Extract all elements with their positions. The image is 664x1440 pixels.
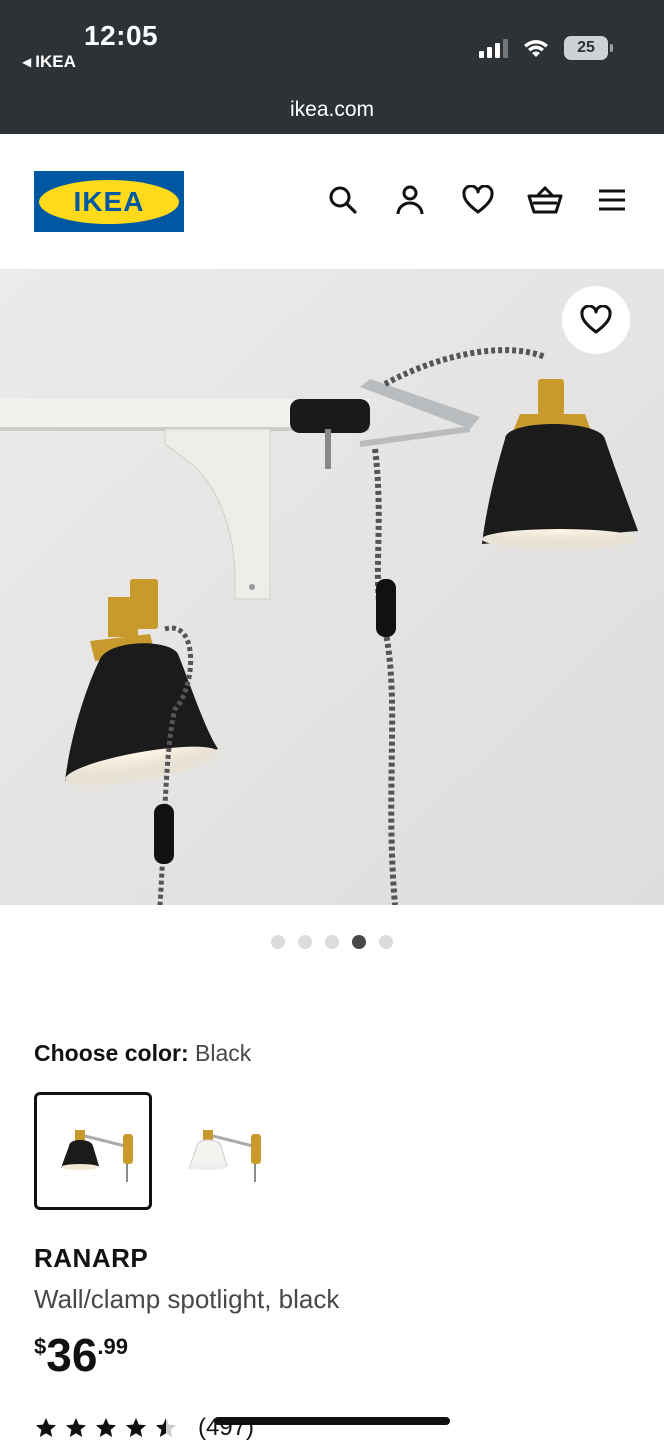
price-integer: 36 — [46, 1329, 98, 1381]
product-price: $ 36 .99 — [34, 1328, 128, 1382]
account-icon[interactable] — [392, 182, 428, 218]
system-icons: 25 — [479, 36, 613, 60]
cart-icon[interactable] — [527, 182, 563, 218]
back-to-app-link[interactable]: ◀ IKEA — [22, 52, 76, 72]
product-name[interactable]: RANARP — [34, 1243, 148, 1274]
home-indicator[interactable] — [214, 1417, 450, 1425]
site-header: IKEA — [0, 134, 664, 269]
carousel-dot[interactable] — [271, 935, 285, 949]
product-description: Wall/clamp spotlight, black — [34, 1284, 340, 1314]
status-time: 12:05 — [84, 20, 159, 51]
star-icon — [126, 1418, 146, 1437]
carousel-dot[interactable] — [352, 935, 366, 949]
search-icon[interactable] — [325, 182, 361, 218]
color-swatch-white[interactable] — [162, 1092, 280, 1210]
white-lamp-thumbnail — [188, 1130, 261, 1182]
back-app-label: IKEA — [35, 52, 76, 71]
star-icon — [96, 1418, 116, 1437]
price-decimal: .99 — [97, 1334, 129, 1359]
product-photo — [0, 269, 664, 905]
color-chooser-label: Choose color: Black — [34, 1040, 251, 1067]
price-currency: $ — [34, 1334, 47, 1359]
wifi-icon — [524, 40, 548, 57]
product-image[interactable] — [0, 269, 664, 905]
carousel-indicator — [0, 935, 664, 949]
back-triangle-icon: ◀ — [22, 55, 32, 69]
black-lamp-thumbnail — [61, 1130, 133, 1182]
signal-icon — [479, 38, 508, 58]
logo-text: IKEA — [39, 179, 179, 224]
color-swatch-black[interactable] — [34, 1092, 152, 1210]
star-icon — [36, 1418, 56, 1437]
carousel-dot[interactable] — [298, 935, 312, 949]
ikea-logo[interactable]: IKEA — [34, 171, 184, 232]
selected-color-value: Black — [195, 1040, 252, 1066]
star-icon — [66, 1418, 86, 1437]
status-bar: 12:05 ◀ IKEA 25 ikea.com — [0, 0, 664, 134]
heart-icon — [580, 305, 612, 334]
menu-icon[interactable] — [594, 182, 630, 218]
save-to-favorites-button[interactable] — [562, 286, 630, 354]
url-bar[interactable]: ikea.com — [0, 98, 664, 122]
choose-color-label: Choose color: — [34, 1040, 189, 1066]
favorites-icon[interactable] — [460, 182, 496, 218]
carousel-dot[interactable] — [379, 935, 393, 949]
star-icon — [156, 1418, 176, 1437]
carousel-dot[interactable] — [325, 935, 339, 949]
battery-icon: 25 — [564, 36, 613, 60]
